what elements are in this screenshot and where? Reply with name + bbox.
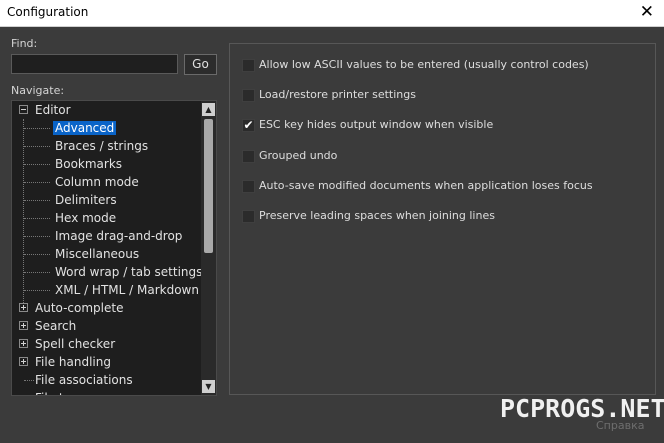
expand-icon[interactable] (19, 321, 28, 330)
tree-item-braces-strings[interactable]: Braces / strings (12, 137, 150, 155)
tree-item-miscellaneous[interactable]: Miscellaneous (12, 245, 141, 263)
go-button[interactable]: Go (184, 54, 217, 75)
expand-icon[interactable] (19, 303, 28, 312)
checkbox-unchecked[interactable] (242, 59, 255, 72)
help-button[interactable]: Справка (596, 419, 644, 432)
expand-icon[interactable] (19, 339, 28, 348)
checkbox-unchecked[interactable] (242, 89, 255, 102)
options-panel: Allow low ASCII values to be entered (us… (229, 43, 656, 395)
collapse-icon[interactable] (19, 105, 28, 114)
expand-icon[interactable] (19, 357, 28, 366)
option-label: Load/restore printer settings (259, 88, 416, 101)
tree-scrollbar[interactable]: ▲ ▼ (201, 101, 216, 395)
tree-item-file-handling[interactable]: File handling (12, 353, 113, 371)
tree-connector (24, 254, 50, 255)
tree-connector (24, 164, 50, 165)
option-label: Auto-save modified documents when applic… (259, 179, 593, 192)
checkbox-unchecked[interactable] (242, 180, 255, 193)
tree-item-hex-mode[interactable]: Hex mode (12, 209, 118, 227)
tree-connector (24, 200, 50, 201)
window-title: Configuration (7, 5, 89, 19)
tree-connector (24, 290, 50, 291)
tree-item-file-associations[interactable]: File associations (12, 371, 135, 389)
tree-item-spell-checker[interactable]: Spell checker (12, 335, 117, 353)
tree-item-bookmarks[interactable]: Bookmarks (12, 155, 124, 173)
tree-item-column-mode[interactable]: Column mode (12, 173, 141, 191)
checkbox-checked[interactable]: ✔ (242, 119, 255, 132)
close-icon[interactable]: ✕ (640, 2, 654, 22)
tree-item-file-types[interactable]: File types (12, 389, 94, 395)
option-label: Preserve leading spaces when joining lin… (259, 209, 495, 222)
navigation-tree[interactable]: Editor Advanced Braces / strings Bookmarks… (11, 100, 217, 396)
tree-item-word-wrap-tab-settings[interactable]: Word wrap / tab settings (12, 263, 204, 281)
tree-item-delimiters[interactable]: Delimiters (12, 191, 119, 209)
scroll-down-icon[interactable]: ▼ (202, 380, 215, 393)
tree-connector (24, 236, 50, 237)
title-bar: Configuration ✕ (0, 0, 664, 27)
option-label: ESC key hides output window when visible (259, 118, 494, 131)
checkbox-unchecked[interactable] (242, 210, 255, 223)
scroll-thumb[interactable] (204, 119, 213, 253)
tree-connector (24, 146, 50, 147)
tree-connector (24, 272, 50, 273)
tree-item-xml-html-markdown[interactable]: XML / HTML / Markdown (12, 281, 201, 299)
navigate-label: Navigate: (11, 84, 65, 97)
tree-connector (24, 182, 50, 183)
tree-connector (24, 380, 34, 381)
option-label: Grouped undo (259, 149, 338, 162)
tree-connector (24, 128, 50, 129)
tree-connector (24, 218, 50, 219)
tree-item-search[interactable]: Search (12, 317, 78, 335)
checkbox-unchecked[interactable] (242, 150, 255, 163)
tree-item-editor[interactable]: Editor (12, 101, 73, 119)
tree-item-advanced[interactable]: Advanced (12, 119, 117, 137)
find-input[interactable] (11, 54, 178, 74)
find-label: Find: (11, 37, 38, 50)
tree-item-auto-complete[interactable]: Auto-complete (12, 299, 125, 317)
option-label: Allow low ASCII values to be entered (us… (259, 58, 589, 71)
tree-item-image-drag-and-drop[interactable]: Image drag-and-drop (12, 227, 184, 245)
scroll-up-icon[interactable]: ▲ (202, 103, 215, 116)
